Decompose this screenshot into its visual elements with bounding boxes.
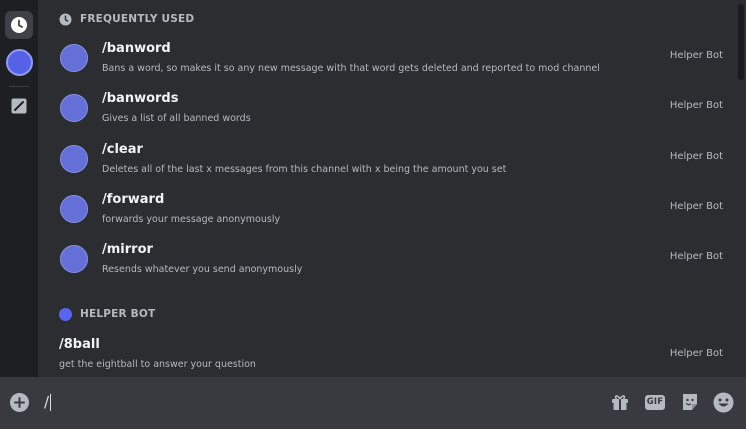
command-option[interactable]: /banwords Gives a list of all banned wor… bbox=[45, 86, 730, 136]
command-name: /banword bbox=[102, 41, 171, 56]
text-caret bbox=[50, 394, 52, 411]
emoji-button[interactable] bbox=[712, 391, 734, 413]
command-description: forwards your message anonymously bbox=[102, 214, 281, 225]
section-title: HELPER BOT bbox=[80, 308, 156, 320]
command-description: Deletes all of the last x messages from … bbox=[102, 164, 507, 175]
command-source: Helper Bot bbox=[669, 348, 723, 359]
message-input-bar: / GIF bbox=[0, 377, 746, 429]
command-option[interactable]: /clear Deletes all of the last x message… bbox=[45, 137, 730, 187]
command-description: Bans a word, so makes it so any new mess… bbox=[102, 63, 600, 74]
message-input-text: / bbox=[44, 393, 50, 411]
gif-button[interactable]: GIF bbox=[644, 391, 666, 413]
add-attachment-button[interactable] bbox=[10, 393, 29, 412]
bot-avatar bbox=[60, 94, 88, 122]
plus-icon bbox=[14, 397, 25, 408]
command-option[interactable]: /8ball get the eightball to answer your … bbox=[45, 337, 730, 377]
sticker-icon bbox=[683, 394, 697, 410]
message-input[interactable]: / bbox=[44, 393, 52, 411]
built-in-category-button[interactable] bbox=[5, 92, 33, 120]
command-source: Helper Bot bbox=[669, 201, 723, 212]
command-name: /forward bbox=[102, 192, 165, 207]
command-source: Helper Bot bbox=[669, 151, 723, 162]
section-header-frequently-used: FREQUENTLY USED bbox=[59, 11, 194, 27]
helper-bot-category-avatar[interactable] bbox=[6, 49, 33, 76]
bot-avatar bbox=[60, 195, 88, 223]
command-source: Helper Bot bbox=[669, 50, 723, 61]
command-source: Helper Bot bbox=[669, 251, 723, 262]
command-description: Gives a list of all banned words bbox=[102, 113, 251, 124]
command-name: /8ball bbox=[59, 337, 100, 352]
command-name: /banwords bbox=[102, 91, 179, 106]
command-description: get the eightball to answer your questio… bbox=[59, 359, 256, 370]
clock-icon bbox=[11, 17, 27, 33]
emoji-icon bbox=[713, 392, 733, 412]
command-description: Resends whatever you send anonymously bbox=[102, 264, 303, 275]
command-autocomplete-popup: FREQUENTLY USED /banword Bans a word, so… bbox=[0, 0, 746, 377]
command-list: FREQUENTLY USED /banword Bans a word, so… bbox=[45, 0, 730, 377]
gift-icon bbox=[612, 395, 628, 410]
scroll-thumb[interactable] bbox=[738, 4, 744, 80]
bot-avatar bbox=[59, 307, 72, 321]
bot-avatar bbox=[60, 245, 88, 273]
gif-icon: GIF bbox=[645, 394, 665, 410]
slash-command-icon bbox=[11, 98, 27, 114]
sticker-button[interactable] bbox=[679, 391, 701, 413]
clock-icon bbox=[59, 13, 72, 25]
category-rail bbox=[0, 0, 38, 377]
command-name: /mirror bbox=[102, 242, 153, 257]
command-option[interactable]: /forward forwards your message anonymous… bbox=[45, 187, 730, 237]
command-option[interactable]: /banword Bans a word, so makes it so any… bbox=[45, 36, 730, 86]
bot-avatar bbox=[60, 44, 88, 72]
command-option[interactable]: /mirror Resends whatever you send anonym… bbox=[45, 237, 730, 287]
bot-avatar bbox=[60, 145, 88, 173]
command-name: /clear bbox=[102, 142, 143, 157]
scrollbar[interactable] bbox=[737, 0, 745, 377]
rail-divider bbox=[9, 86, 29, 87]
command-source: Helper Bot bbox=[669, 100, 723, 111]
frequently-used-category-button[interactable] bbox=[5, 11, 33, 39]
section-header-helper-bot: HELPER BOT bbox=[59, 306, 155, 322]
gift-button[interactable] bbox=[609, 391, 631, 413]
section-title: FREQUENTLY USED bbox=[80, 13, 195, 25]
